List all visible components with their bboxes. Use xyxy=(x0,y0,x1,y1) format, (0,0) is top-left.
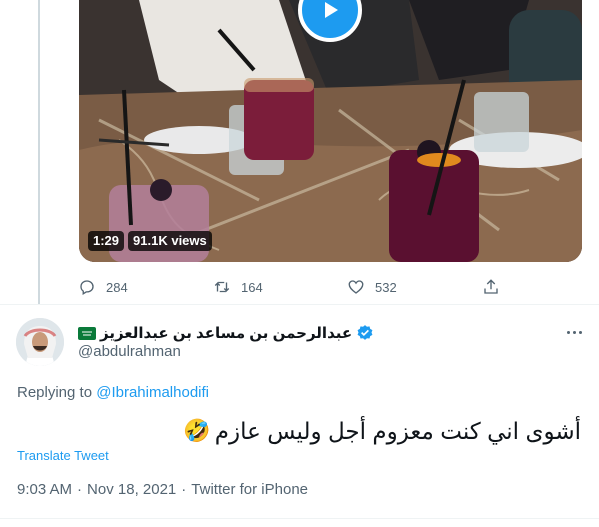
share-button[interactable] xyxy=(482,276,500,298)
rofl-emoji: 🤣 xyxy=(183,419,211,444)
bottom-divider xyxy=(0,518,599,519)
author-handle[interactable]: @abdulrahman xyxy=(78,343,181,360)
like-count: 532 xyxy=(375,279,397,295)
meta-separator: · xyxy=(77,481,83,498)
avatar[interactable] xyxy=(16,318,64,366)
tweet-date[interactable]: Nov 18, 2021 xyxy=(87,481,176,498)
video-duration: 1:29 xyxy=(88,231,125,251)
meta-separator: · xyxy=(181,481,187,498)
translate-tweet-link[interactable]: Translate Tweet xyxy=(17,448,109,463)
reply-button[interactable]: 284 xyxy=(78,276,128,298)
more-icon xyxy=(566,330,582,334)
replying-to: Replying to @Ibrahimalhodifi xyxy=(17,384,209,401)
tweet-time[interactable]: 9:03 AM xyxy=(17,481,72,498)
saudi-flag-icon xyxy=(78,326,96,340)
like-button[interactable]: 532 xyxy=(347,276,397,298)
retweet-count: 164 xyxy=(241,279,263,295)
tweet-text: أشوى اني كنت معزوم أجل وليس عازم 🤣 xyxy=(183,418,581,445)
author-display-name[interactable]: عبدالرحمن بن مساعد بن عبدالعزيز xyxy=(100,324,352,342)
previous-tweet-actions: 284 164 532 xyxy=(78,276,508,298)
share-icon xyxy=(484,279,498,294)
replying-to-prefix: Replying to xyxy=(17,384,93,401)
replying-to-handle-link[interactable]: @Ibrahimalhodifi xyxy=(96,384,209,401)
author-name-row[interactable]: عبدالرحمن بن مساعد بن عبدالعزيز xyxy=(78,323,374,343)
tweet-divider xyxy=(0,304,599,305)
tweet-source[interactable]: Twitter for iPhone xyxy=(191,481,308,498)
video-views: 91.1K views xyxy=(128,231,212,251)
thread-connector-line xyxy=(38,0,40,304)
verified-badge-icon xyxy=(357,325,373,340)
like-icon xyxy=(348,280,364,294)
video-stats-badge: 1:29 91.1K views xyxy=(88,230,212,252)
tweet-body: أشوى اني كنت معزوم أجل وليس عازم xyxy=(214,418,581,444)
more-options-button[interactable] xyxy=(562,320,586,344)
play-icon xyxy=(325,2,338,18)
tweet-metadata: 9:03 AM · Nov 18, 2021 · Twitter for iPh… xyxy=(17,481,308,498)
reply-count: 284 xyxy=(106,279,128,295)
retweet-button[interactable]: 164 xyxy=(213,276,263,298)
retweet-icon xyxy=(214,281,230,293)
reply-icon xyxy=(80,280,94,295)
